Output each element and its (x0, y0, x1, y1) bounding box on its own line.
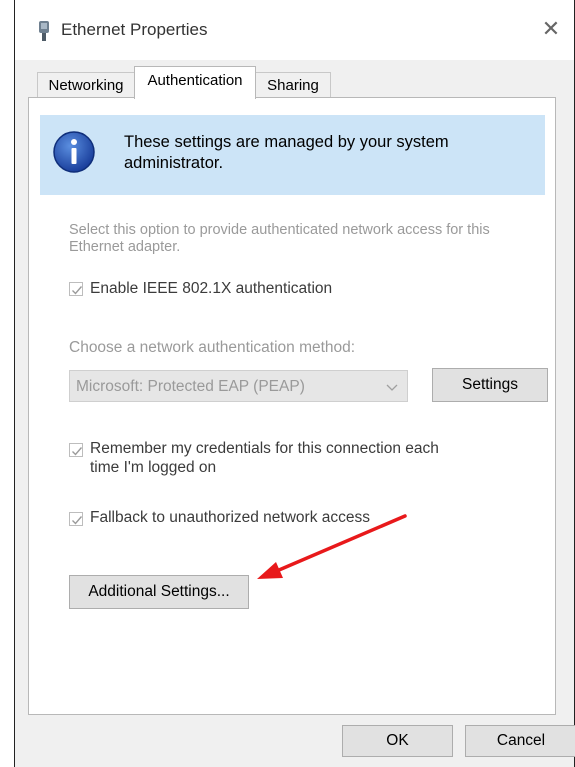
ethernet-adapter-icon (37, 20, 51, 42)
ethernet-properties-dialog: Ethernet Properties ✕ Networking Authent… (14, 0, 575, 767)
title-bar: Ethernet Properties ✕ (15, 0, 574, 60)
additional-settings-button[interactable]: Additional Settings... (69, 575, 249, 609)
settings-button[interactable]: Settings (432, 368, 548, 402)
remember-credentials-checkbox[interactable] (69, 443, 83, 457)
ok-button[interactable]: OK (342, 725, 453, 757)
cancel-button[interactable]: Cancel (465, 725, 575, 757)
close-icon[interactable]: ✕ (536, 14, 566, 44)
chevron-down-icon (385, 380, 399, 394)
tab-sharing[interactable]: Sharing (255, 72, 331, 98)
window-title: Ethernet Properties (61, 20, 208, 39)
fallback-checkbox[interactable] (69, 512, 83, 526)
tab-networking[interactable]: Networking (37, 72, 135, 98)
info-icon (52, 130, 96, 174)
remember-credentials-label: Remember my credentials for this connect… (90, 440, 439, 476)
info-banner: These settings are managed by your syste… (40, 115, 545, 195)
fallback-label: Fallback to unauthorized network access (90, 509, 371, 526)
auth-method-value: Microsoft: Protected EAP (PEAP) (76, 378, 305, 395)
tab-authentication[interactable]: Authentication (134, 66, 256, 99)
enable-8021x-label: Enable IEEE 802.1X authentication (90, 280, 333, 297)
authentication-panel: These settings are managed by your syste… (28, 97, 556, 715)
method-label: Choose a network authentication method: (69, 339, 356, 356)
info-banner-text: These settings are managed by your syste… (124, 133, 449, 172)
description-text: Select this option to provide authentica… (69, 222, 490, 255)
auth-method-select[interactable]: Microsoft: Protected EAP (PEAP) (69, 370, 408, 402)
enable-8021x-checkbox[interactable] (69, 282, 83, 296)
